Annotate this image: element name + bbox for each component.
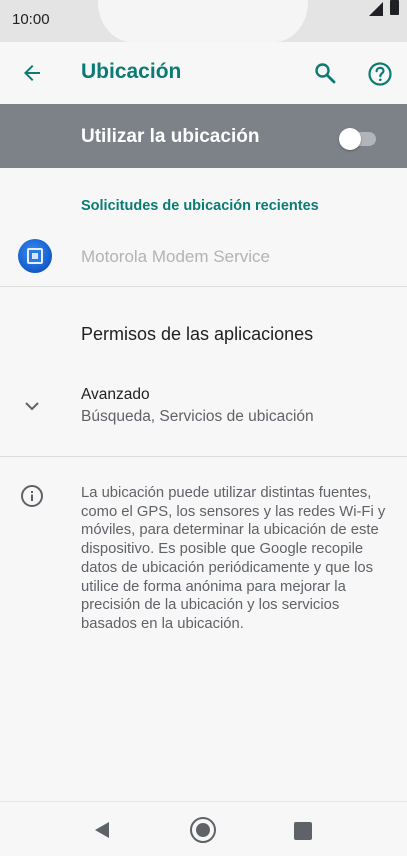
info-icon xyxy=(21,485,43,507)
arrow-left-icon[interactable] xyxy=(20,61,44,85)
section-header-recent: Solicitudes de ubicación recientes xyxy=(81,198,319,214)
toggle-thumb[interactable] xyxy=(339,128,361,150)
triangle-back-icon[interactable] xyxy=(92,820,112,840)
signal-icon xyxy=(369,2,383,16)
location-info-text: La ubicación puede utilizar distintas fu… xyxy=(81,485,386,632)
display-notch xyxy=(98,0,308,42)
app-bar: Ubicación xyxy=(0,42,407,104)
divider xyxy=(0,456,407,457)
divider xyxy=(0,286,407,287)
advanced-subtitle: Búsqueda, Servicios de ubicación xyxy=(81,408,314,425)
app-permissions-item[interactable]: Permisos de las aplicaciones xyxy=(81,324,313,345)
advanced-item[interactable]: Avanzado Búsqueda, Servicios de ubicació… xyxy=(0,378,407,438)
app-name: Motorola Modem Service xyxy=(81,247,270,266)
status-time: 10:00 xyxy=(12,11,50,28)
advanced-title: Avanzado xyxy=(81,386,150,403)
chevron-down-icon xyxy=(25,402,39,411)
help-icon[interactable] xyxy=(367,61,393,87)
status-bar: 10:00 xyxy=(0,0,407,42)
square-recents-icon[interactable] xyxy=(294,822,312,840)
switch-label: Utilizar la ubicación xyxy=(81,126,260,147)
navigation-bar xyxy=(0,801,407,856)
list-item[interactable]: Motorola Modem Service xyxy=(0,232,407,286)
search-icon[interactable] xyxy=(313,61,337,85)
battery-icon xyxy=(390,0,399,15)
page-title: Ubicación xyxy=(81,60,182,83)
location-master-switch[interactable]: Utilizar la ubicación xyxy=(0,104,407,168)
motorola-app-icon xyxy=(18,239,52,273)
home-circle-icon[interactable] xyxy=(190,817,216,843)
